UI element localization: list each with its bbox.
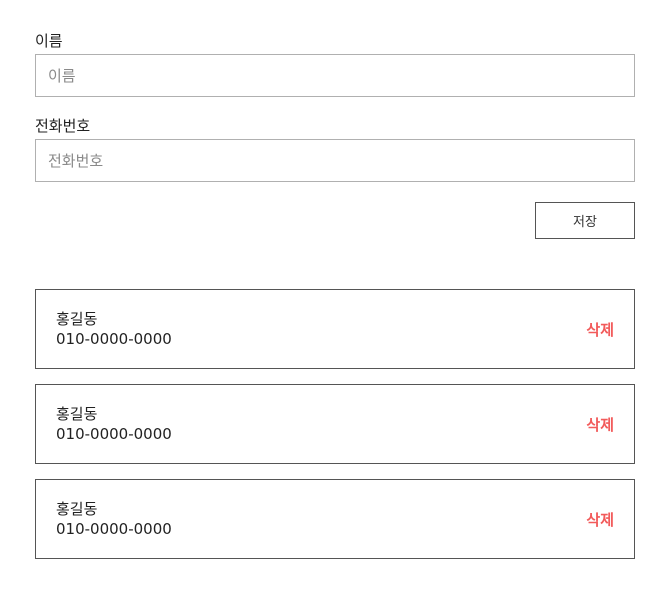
- contact-phone: 010-0000-0000: [56, 520, 172, 538]
- phone-field-group: 전화번호: [35, 116, 635, 182]
- contact-phone: 010-0000-0000: [56, 330, 172, 348]
- delete-button[interactable]: 삭제: [586, 414, 614, 435]
- phone-label: 전화번호: [35, 117, 91, 135]
- contact-name: 홍길동: [56, 500, 98, 518]
- delete-button[interactable]: 삭제: [586, 319, 614, 340]
- contact-list: 홍길동 010-0000-0000 삭제 홍길동 010-0000-0000 삭…: [35, 289, 635, 559]
- save-button[interactable]: 저장: [535, 202, 635, 239]
- contact-item: 홍길동 010-0000-0000 삭제: [35, 384, 635, 464]
- contact-form: 이름 전화번호 저장: [35, 31, 635, 239]
- button-row: 저장: [35, 202, 635, 239]
- contact-name: 홍길동: [56, 310, 98, 328]
- name-field-group: 이름: [35, 31, 635, 97]
- contact-item: 홍길동 010-0000-0000 삭제: [35, 289, 635, 369]
- name-input[interactable]: [35, 54, 635, 97]
- delete-button[interactable]: 삭제: [586, 509, 614, 530]
- name-label: 이름: [35, 32, 63, 50]
- phone-input[interactable]: [35, 139, 635, 182]
- contact-phone: 010-0000-0000: [56, 425, 172, 443]
- contact-item: 홍길동 010-0000-0000 삭제: [35, 479, 635, 559]
- contact-name: 홍길동: [56, 405, 98, 423]
